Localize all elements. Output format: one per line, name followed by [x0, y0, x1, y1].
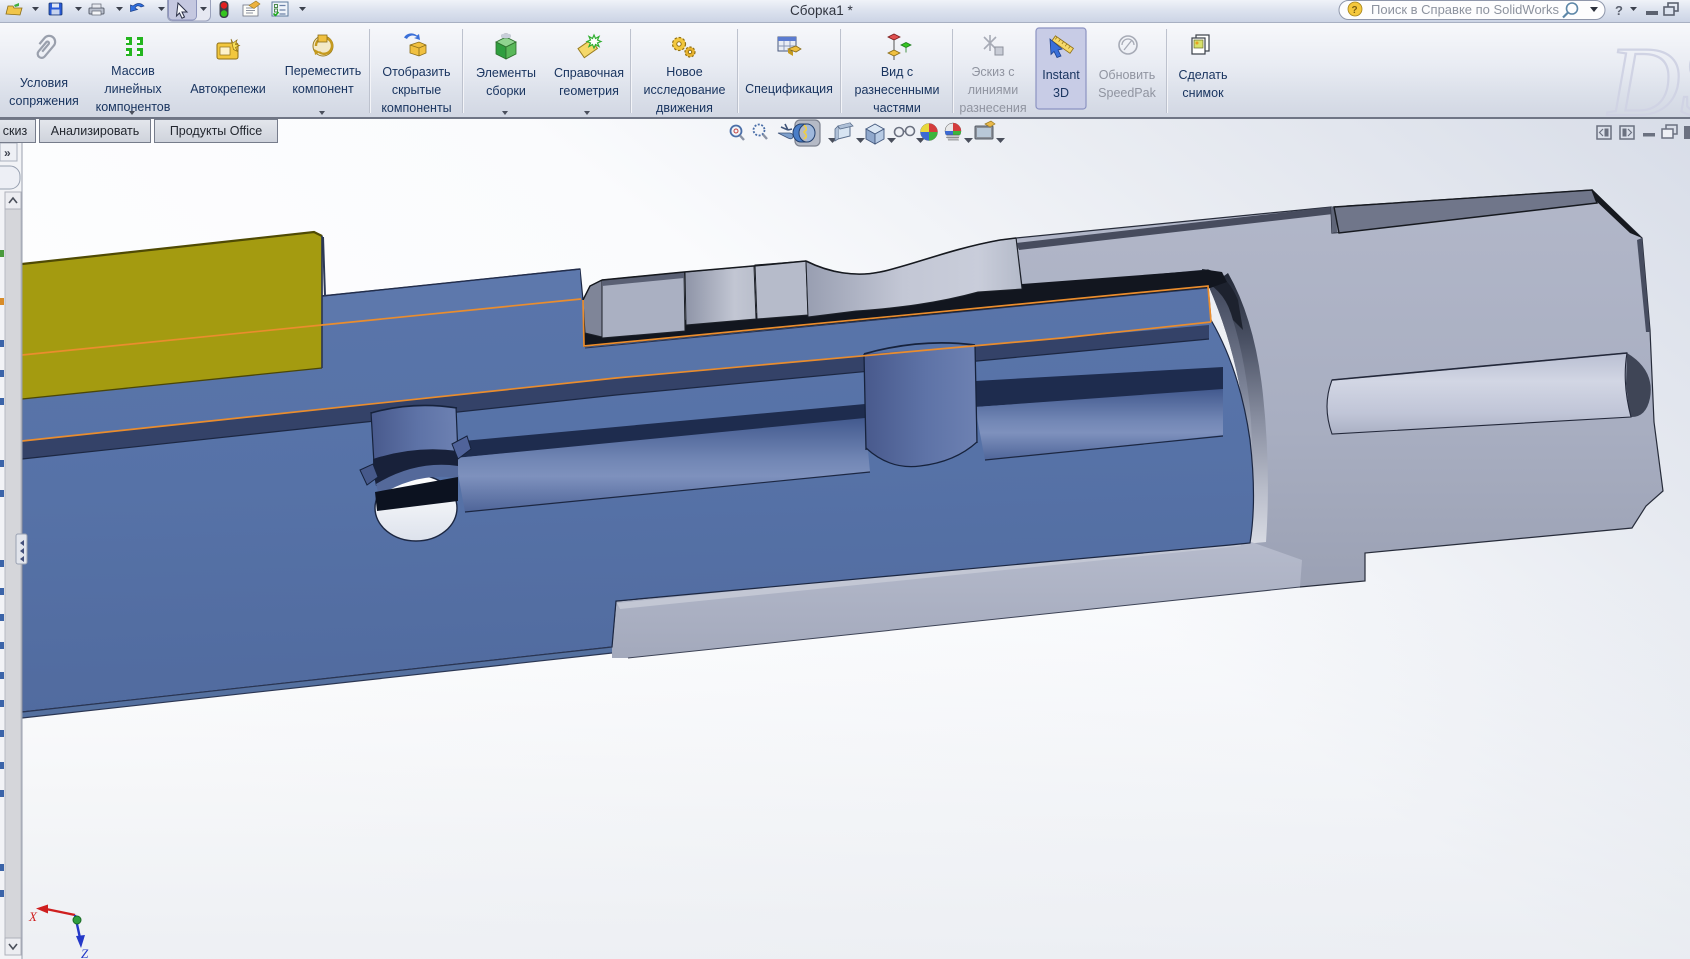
svg-text:X: X [28, 909, 38, 924]
svg-text:?: ? [1352, 5, 1358, 16]
svg-text:Z: Z [81, 946, 89, 959]
svg-text:Сборка1 *: Сборка1 * [790, 3, 853, 18]
svg-text:»: » [4, 146, 11, 160]
svg-text:Поиск в Справке по SolidWorks: Поиск в Справке по SolidWorks [1371, 2, 1560, 17]
svg-text:DS: DS [1606, 26, 1690, 117]
svg-text:?: ? [1615, 3, 1623, 18]
